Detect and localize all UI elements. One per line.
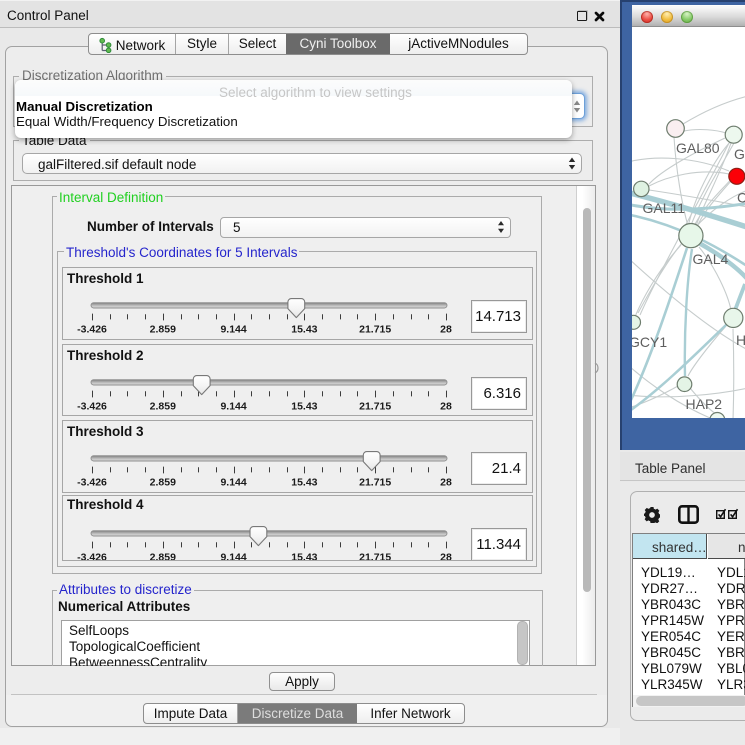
svg-text:GAL4: GAL4 — [693, 251, 729, 267]
svg-text:2.859: 2.859 — [150, 552, 176, 562]
svg-text:-3.426: -3.426 — [77, 552, 107, 562]
svg-text:9.144: 9.144 — [220, 401, 246, 413]
svg-text:9.144: 9.144 — [220, 476, 246, 488]
svg-text:9.144: 9.144 — [220, 324, 246, 336]
svg-text:GAL11: GAL11 — [643, 200, 686, 216]
svg-text:GAL80: GAL80 — [676, 140, 720, 156]
svg-text:15.43: 15.43 — [291, 324, 317, 336]
svg-text:21.715: 21.715 — [359, 324, 391, 336]
svg-text:28: 28 — [440, 401, 452, 413]
svg-text:15.43: 15.43 — [291, 401, 317, 413]
svg-text:15.43: 15.43 — [291, 476, 317, 488]
svg-text:C: C — [737, 190, 745, 206]
svg-text:28: 28 — [440, 552, 452, 562]
svg-text:2.859: 2.859 — [150, 401, 176, 413]
svg-text:2.859: 2.859 — [150, 324, 176, 336]
svg-text:28: 28 — [440, 476, 452, 488]
svg-text:HAP2: HAP2 — [686, 396, 723, 412]
svg-text:-3.426: -3.426 — [77, 401, 107, 413]
svg-text:21.715: 21.715 — [359, 401, 391, 413]
svg-text:21.715: 21.715 — [359, 476, 391, 488]
svg-text:H: H — [736, 332, 745, 348]
svg-text:15.43: 15.43 — [291, 552, 317, 562]
svg-text:G.: G. — [734, 146, 745, 162]
svg-text:-3.426: -3.426 — [77, 324, 107, 336]
svg-text:9.144: 9.144 — [220, 552, 246, 562]
svg-text:28: 28 — [440, 324, 452, 336]
svg-text:2.859: 2.859 — [150, 476, 176, 488]
svg-text:21.715: 21.715 — [359, 552, 391, 562]
svg-text:-3.426: -3.426 — [77, 476, 107, 488]
svg-text:GCY1: GCY1 — [632, 334, 667, 350]
